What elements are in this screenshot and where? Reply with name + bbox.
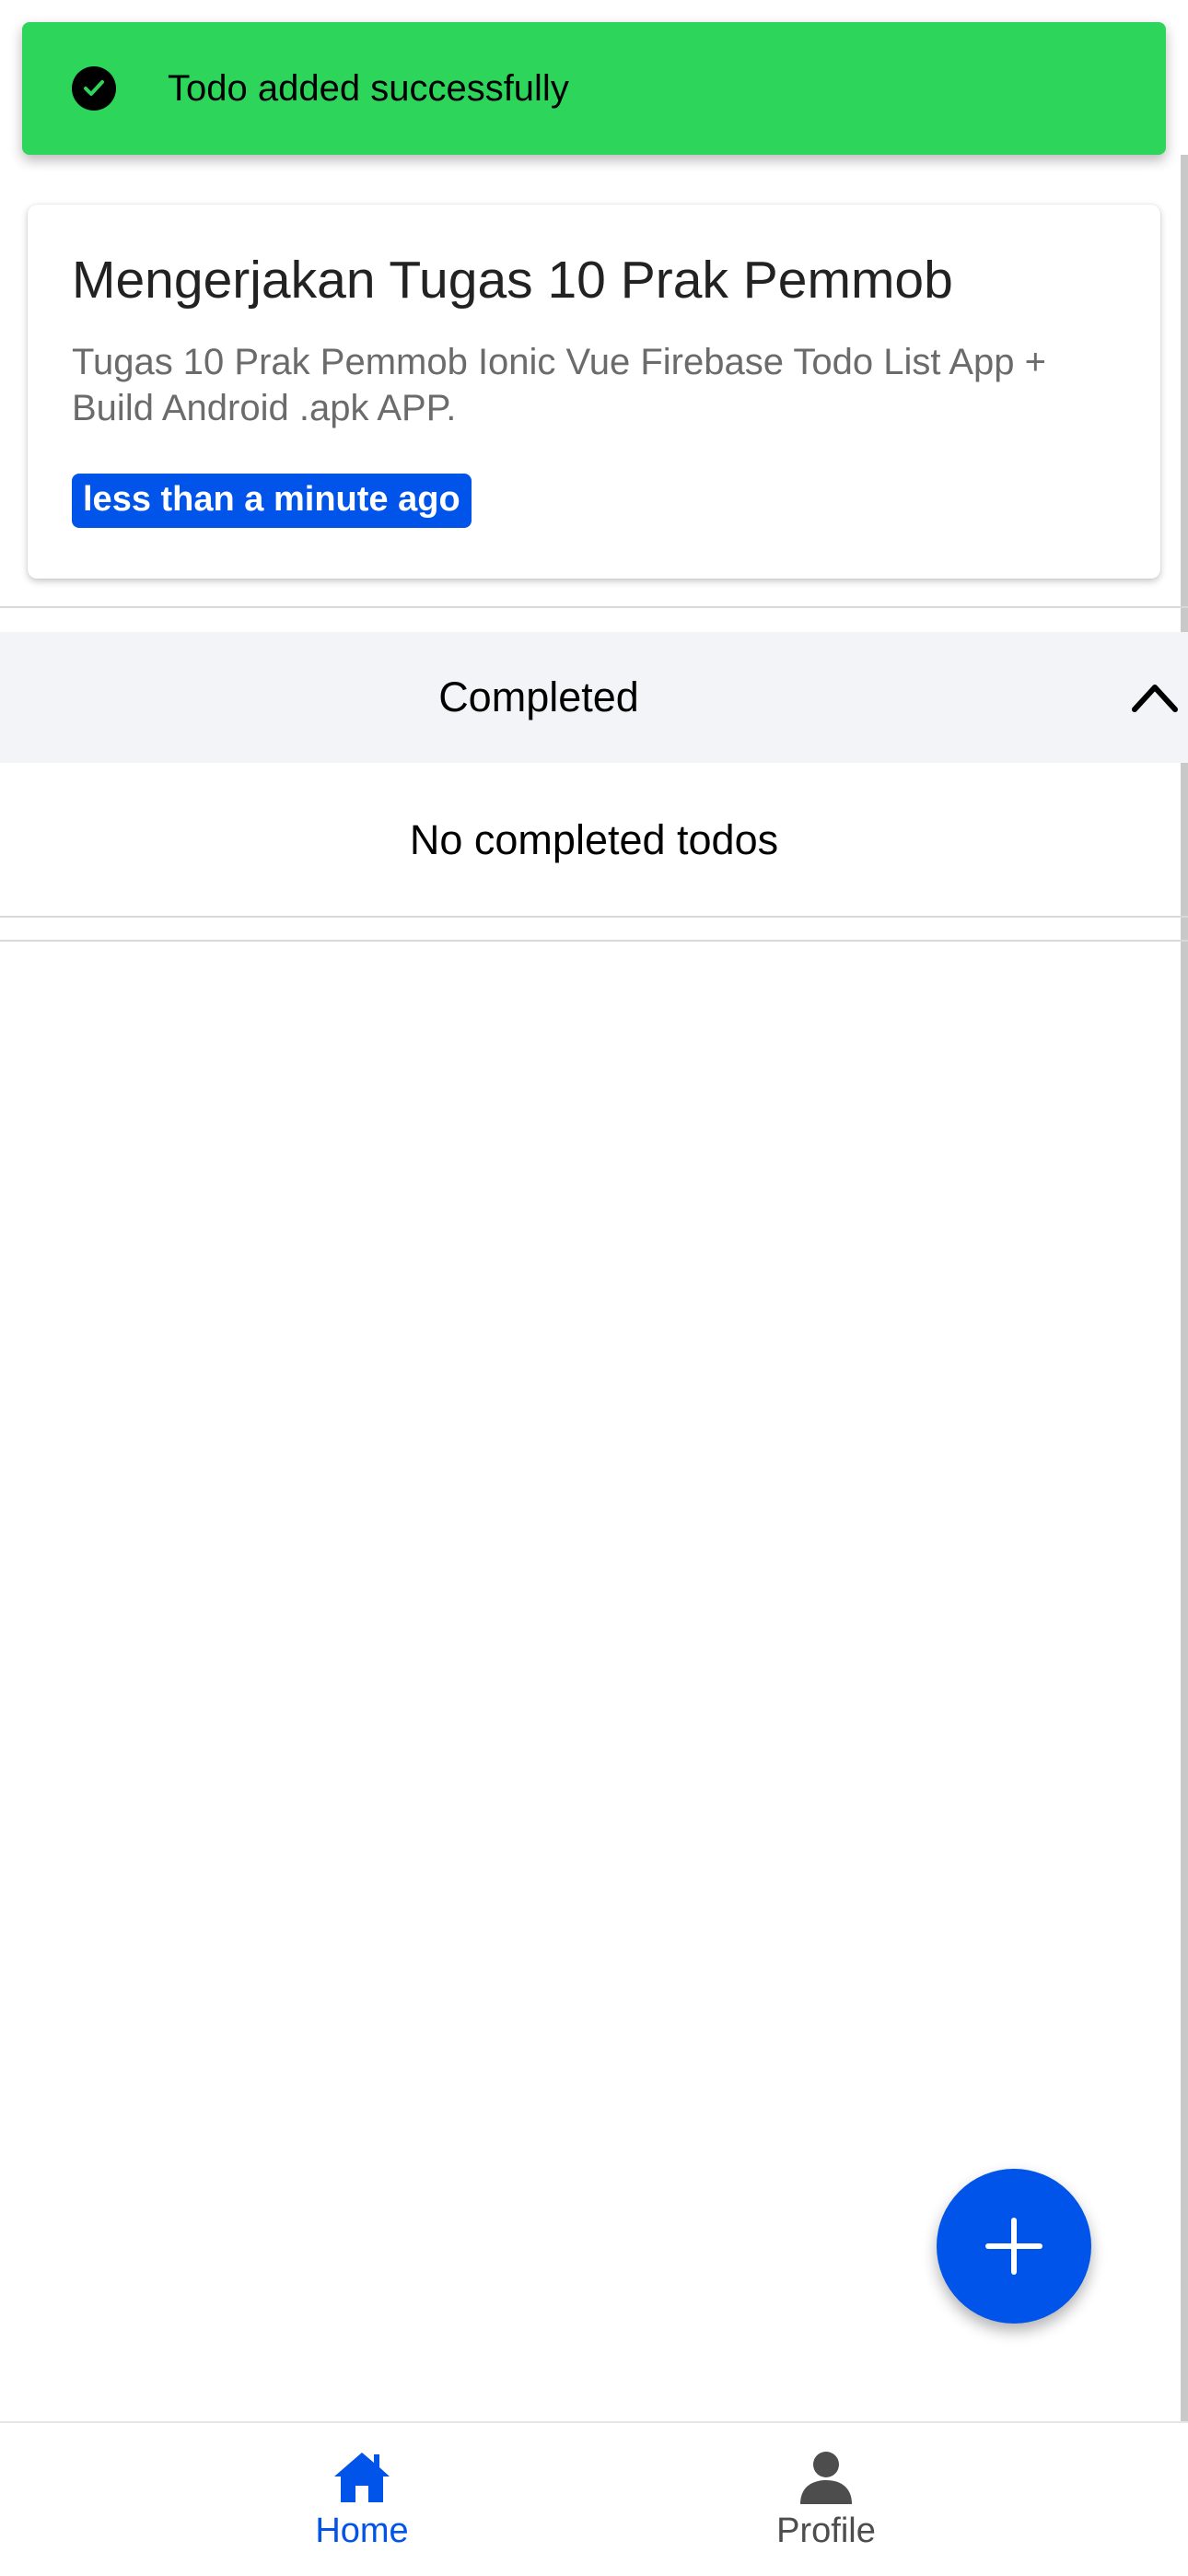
add-icon [985,2218,1042,2275]
completed-accordion-label: Completed [438,673,639,720]
todo-card[interactable]: Mengerjakan Tugas 10 Prak Pemmob Tugas 1… [28,205,1160,579]
checkmark-circle-icon [72,66,116,111]
tab-profile-label: Profile [776,2512,876,2550]
accordion-divider [0,916,1188,918]
tab-home-label: Home [315,2512,409,2550]
time-badge: less than a minute ago [72,473,472,528]
add-todo-button[interactable] [937,2169,1091,2324]
home-icon [334,2453,390,2502]
list-divider [0,606,1188,608]
chevron-up-icon [1132,685,1178,712]
tab-bar: Home Profile [0,2421,1188,2576]
empty-completed-message: No completed todos [409,816,779,863]
person-icon [800,2452,852,2504]
scroll-indicator[interactable] [1181,155,1188,2421]
tab-home[interactable]: Home [270,2423,454,2576]
success-toast: Todo added successfully [22,22,1166,155]
todo-description: Tugas 10 Prak Pemmob Ionic Vue Firebase … [72,341,1047,428]
toast-message: Todo added successfully [168,67,569,109]
todo-title: Mengerjakan Tugas 10 Prak Pemmob [72,251,953,310]
tab-profile[interactable]: Profile [734,2423,918,2576]
app-screen: Todo added successfully Mengerjakan Tuga… [0,0,1188,2576]
section-divider [0,940,1188,942]
completed-accordion-header[interactable]: Completed [0,632,1188,763]
